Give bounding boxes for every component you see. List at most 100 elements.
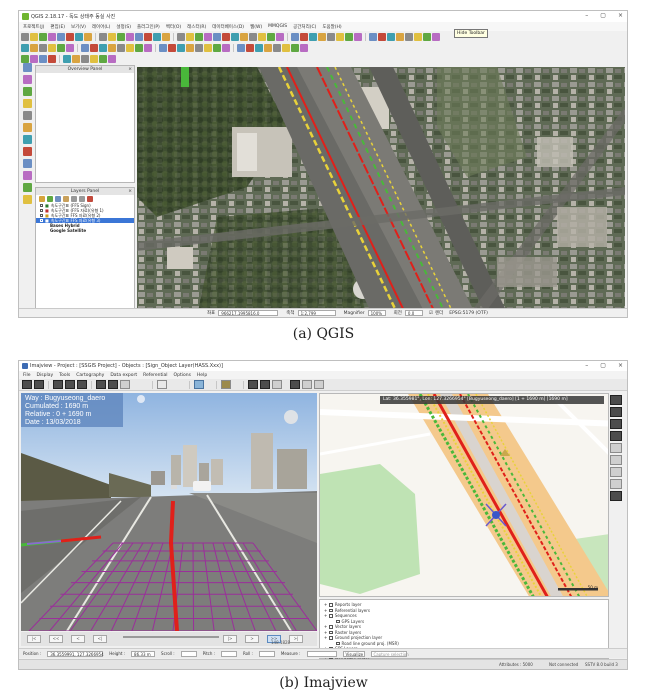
qgis-digitize-tool-icon[interactable] bbox=[48, 54, 56, 63]
close-button[interactable]: × bbox=[618, 12, 623, 19]
expand-all-icon[interactable] bbox=[71, 196, 77, 202]
first-frame-button[interactable]: |< bbox=[27, 635, 41, 643]
qgis-tool-icon[interactable] bbox=[195, 32, 203, 41]
pan-icon[interactable] bbox=[610, 419, 622, 429]
qgis-tool-icon[interactable] bbox=[387, 32, 395, 41]
qgis-edit-tool-icon[interactable] bbox=[237, 43, 245, 52]
window-icon[interactable] bbox=[302, 380, 312, 389]
qgis-tool-icon[interactable] bbox=[309, 32, 317, 41]
qgis-tool-icon[interactable] bbox=[177, 32, 185, 41]
qgis-tool-icon[interactable] bbox=[345, 32, 353, 41]
render-checkbox-icon[interactable]: ☑ bbox=[429, 311, 433, 316]
qgis-tool-icon[interactable] bbox=[258, 32, 266, 41]
qgis-add-layer-icon[interactable] bbox=[22, 123, 32, 132]
maximize-button[interactable]: ▢ bbox=[600, 12, 606, 19]
menu-options[interactable]: Options bbox=[174, 373, 191, 378]
menu-help[interactable]: Help bbox=[197, 373, 207, 378]
collapse-all-icon[interactable] bbox=[79, 196, 85, 202]
qgis-tool-icon[interactable] bbox=[414, 32, 422, 41]
qgis-add-layer-icon[interactable] bbox=[22, 99, 32, 108]
qgis-edit-tool-icon[interactable] bbox=[213, 43, 221, 52]
road-image-view[interactable]: Way : Bugyuseong_daero Cumulated : 1690 … bbox=[21, 393, 317, 631]
road-icon[interactable] bbox=[221, 380, 231, 389]
menu-project[interactable]: 프로젝트(J) bbox=[23, 24, 44, 30]
close-button[interactable]: × bbox=[618, 362, 623, 369]
qgis-add-layer-icon[interactable] bbox=[22, 195, 32, 204]
expand-icon[interactable]: + bbox=[324, 635, 327, 641]
layer-item[interactable]: Google Satellite bbox=[36, 228, 134, 233]
photo-icon[interactable] bbox=[610, 431, 622, 441]
menu-display[interactable]: Display bbox=[37, 373, 54, 378]
rotation-field[interactable]: 0.0 bbox=[404, 310, 423, 316]
layers-icon[interactable] bbox=[610, 455, 622, 465]
step-backward-button[interactable]: < bbox=[71, 635, 85, 643]
qgis-add-layer-icon[interactable] bbox=[22, 147, 32, 156]
qgis-add-layer-icon[interactable] bbox=[22, 87, 32, 96]
qgis-tool-icon[interactable] bbox=[48, 32, 56, 41]
menu-help[interactable]: 도움말(H) bbox=[322, 24, 341, 30]
layout-2-icon[interactable] bbox=[65, 380, 75, 389]
qgis-tool-icon[interactable] bbox=[153, 32, 161, 41]
qgis-edit-tool-icon[interactable] bbox=[144, 43, 152, 52]
qgis-tool-icon[interactable] bbox=[354, 32, 362, 41]
menu-mmqgis[interactable]: MMQGIS bbox=[268, 24, 287, 29]
qgis-digitize-tool-icon[interactable] bbox=[81, 54, 89, 63]
qgis-edit-tool-icon[interactable] bbox=[99, 43, 107, 52]
open-layer-styling-icon[interactable] bbox=[39, 196, 45, 202]
qgis-tool-icon[interactable] bbox=[99, 32, 107, 41]
qgis-edit-tool-icon[interactable] bbox=[204, 43, 212, 52]
qgis-tool-icon[interactable] bbox=[135, 32, 143, 41]
qgis-tool-icon[interactable] bbox=[276, 32, 284, 41]
qgis-tool-icon[interactable] bbox=[327, 32, 335, 41]
qgis-digitize-tool-icon[interactable] bbox=[108, 54, 116, 63]
qgis-tool-icon[interactable] bbox=[117, 32, 125, 41]
menu-layer[interactable]: 레이어(L) bbox=[92, 24, 110, 30]
play-backward-button[interactable]: <| bbox=[93, 635, 107, 643]
qgis-tool-icon[interactable] bbox=[405, 32, 413, 41]
qgis-add-layer-icon[interactable] bbox=[22, 63, 32, 72]
qgis-tool-icon[interactable] bbox=[108, 32, 116, 41]
qgis-tool-icon[interactable] bbox=[126, 32, 134, 41]
qgis-edit-tool-icon[interactable] bbox=[21, 43, 29, 52]
qgis-edit-tool-icon[interactable] bbox=[39, 43, 47, 52]
overview-map[interactable] bbox=[38, 75, 132, 180]
maximize-button[interactable]: ▢ bbox=[600, 362, 606, 369]
qgis-edit-tool-icon[interactable] bbox=[66, 43, 74, 52]
crs-label[interactable]: EPSG:5179 (OTF) bbox=[449, 311, 488, 316]
qgis-edit-tool-icon[interactable] bbox=[177, 43, 185, 52]
layer-checkbox[interactable] bbox=[329, 608, 333, 612]
qgis-tool-icon[interactable] bbox=[204, 32, 212, 41]
qgis-add-layer-icon[interactable] bbox=[22, 135, 32, 144]
qgis-tool-icon[interactable] bbox=[39, 32, 47, 41]
qgis-tool-icon[interactable] bbox=[432, 32, 440, 41]
layer-checkbox[interactable] bbox=[329, 603, 333, 607]
select-icon[interactable] bbox=[610, 443, 622, 453]
layout-1-icon[interactable] bbox=[53, 380, 63, 389]
qgis-edit-tool-icon[interactable] bbox=[300, 43, 308, 52]
qgis-add-layer-icon[interactable] bbox=[22, 183, 32, 192]
qgis-add-layer-icon[interactable] bbox=[22, 75, 32, 84]
capture-selection-button[interactable]: Capture selection bbox=[370, 650, 409, 657]
menu-processing[interactable]: 공간처리(C) bbox=[293, 24, 316, 30]
menu-tools[interactable]: Tools bbox=[59, 373, 70, 378]
qgis-digitize-tool-icon[interactable] bbox=[39, 54, 47, 63]
menu-database[interactable]: 데이터베이스(D) bbox=[212, 24, 244, 30]
qgis-tool-icon[interactable] bbox=[57, 32, 65, 41]
qgis-tool-icon[interactable] bbox=[213, 32, 221, 41]
filter-legend-icon[interactable] bbox=[63, 196, 69, 202]
height-field[interactable]: 86.33 m bbox=[131, 650, 156, 657]
minimize-button[interactable]: – bbox=[585, 362, 588, 369]
table-icon[interactable] bbox=[314, 380, 324, 389]
menu-settings[interactable]: 설정(S) bbox=[116, 24, 131, 30]
qgis-digitize-tool-icon[interactable] bbox=[90, 54, 98, 63]
qgis-tool-icon[interactable] bbox=[144, 32, 152, 41]
qgis-tool-icon[interactable] bbox=[21, 32, 29, 41]
qgis-edit-tool-icon[interactable] bbox=[273, 43, 281, 52]
qgis-digitize-tool-icon[interactable] bbox=[30, 54, 38, 63]
layer-checkbox[interactable] bbox=[329, 614, 333, 618]
qgis-tool-icon[interactable] bbox=[66, 32, 74, 41]
qgis-edit-tool-icon[interactable] bbox=[126, 43, 134, 52]
menu-cartography[interactable]: Cartography bbox=[76, 373, 104, 378]
fast-backward-button[interactable]: << bbox=[49, 635, 63, 643]
layer-checkbox[interactable] bbox=[329, 636, 333, 640]
